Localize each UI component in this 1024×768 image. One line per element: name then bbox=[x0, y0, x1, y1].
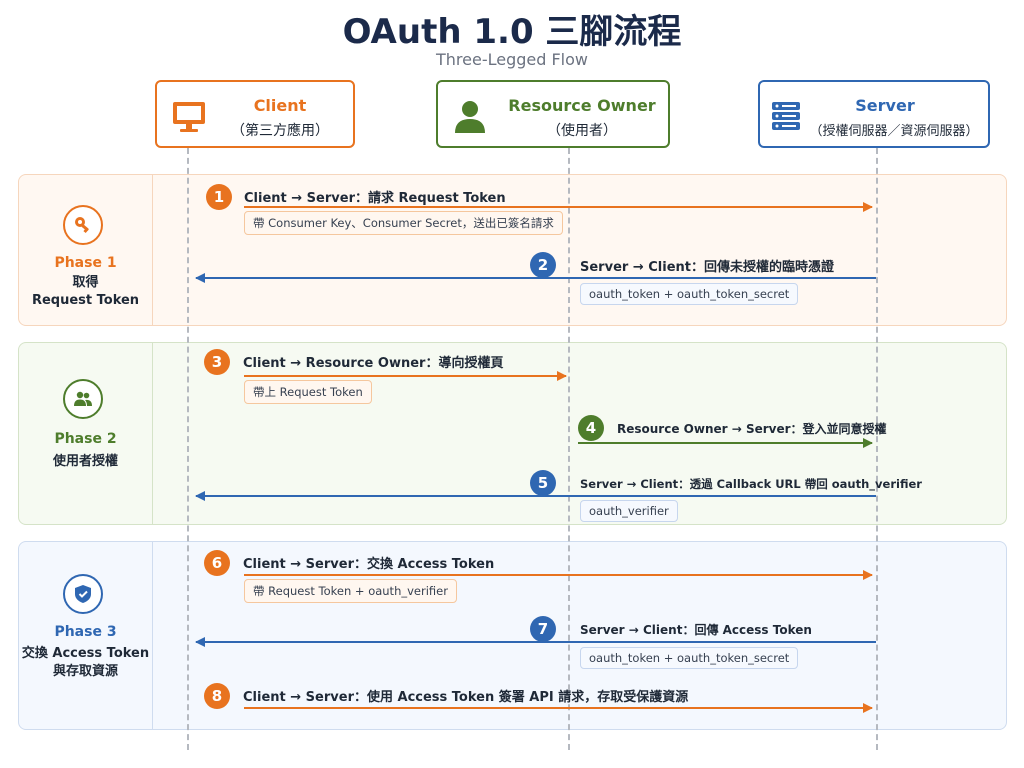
step-2-note: oauth_token + oauth_token_secret bbox=[580, 283, 799, 305]
step-3-number: 3 bbox=[204, 349, 230, 375]
step-7-label: Server → Client：回傳 Access Token bbox=[580, 623, 812, 637]
step-4-number: 4 bbox=[578, 415, 604, 441]
step-8-number: 8 bbox=[204, 683, 230, 709]
step-1-number: 1 bbox=[206, 184, 232, 210]
step-5-number: 5 bbox=[530, 470, 556, 496]
step-2-label: Server → Client：回傳未授權的臨時憑證 bbox=[580, 260, 834, 275]
step-6-note: 帶 Request Token + oauth_verifier bbox=[244, 579, 457, 603]
step-7-note: oauth_token + oauth_token_secret bbox=[580, 647, 799, 669]
step-3-label: Client → Resource Owner：導向授權頁 bbox=[243, 356, 504, 371]
step-7-number: 7 bbox=[530, 616, 556, 642]
step-6-number: 6 bbox=[204, 550, 230, 576]
step-4-label: Resource Owner → Server：登入並同意授權 bbox=[617, 422, 887, 436]
arrows-layer bbox=[195, 202, 876, 713]
step-5-note: oauth_verifier bbox=[580, 500, 678, 522]
step-6-label: Client → Server：交換 Access Token bbox=[243, 557, 495, 572]
step-1-note: 帶 Consumer Key、Consumer Secret，送出已簽名請求 bbox=[244, 211, 563, 235]
step-8-label: Client → Server：使用 Access Token 簽署 API 請… bbox=[243, 690, 689, 705]
step-2-number: 2 bbox=[530, 252, 556, 278]
step-3-note: 帶上 Request Token bbox=[244, 380, 372, 404]
step-5-label: Server → Client：透過 Callback URL 帶回 oauth… bbox=[580, 477, 922, 491]
step-1-label: Client → Server：請求 Request Token bbox=[244, 191, 506, 206]
